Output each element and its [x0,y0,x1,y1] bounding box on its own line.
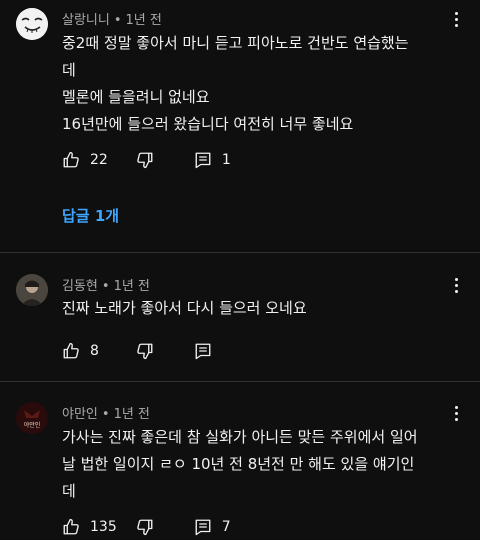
comment-actions: 8 [62,341,212,361]
reply-count: 1 [221,152,231,168]
person-photo-icon [16,274,48,306]
more-options-icon[interactable] [448,402,464,424]
reply-button[interactable]: 7 [194,518,231,536]
like-count: 22 [90,152,108,168]
dislike-button[interactable] [136,151,154,169]
like-button[interactable]: 8 [62,342,99,360]
separator: • [113,13,122,28]
like-button[interactable]: 135 [62,518,117,536]
comment-actions: 22 1 [62,150,231,170]
smiley-face-icon [16,8,48,40]
avatar[interactable]: 야만인 [16,402,48,434]
comment-icon [195,152,211,169]
avatar[interactable] [16,274,48,306]
more-options-icon[interactable] [448,274,464,296]
comment-time: 1년 전 [113,279,150,294]
thumbs-up-icon [63,342,79,359]
like-count: 8 [90,343,99,359]
author-name[interactable]: 야만인 [62,407,98,422]
dislike-button[interactable] [136,518,154,536]
comment-text: 중2때 정말 좋아서 마니 듣고 피아노로 건반도 연습했는 데 멜론에 들을려… [62,34,409,133]
thumbs-down-icon [137,343,153,360]
reply-count: 7 [221,519,231,535]
comment-meta: 야만인 • 1년 전 [62,403,150,422]
thumbs-down-icon [137,152,153,169]
comment-text: 진짜 노래가 좋아서 다시 들으러 오네요 [62,299,307,317]
comment-text: 가사는 진짜 좋은데 참 실화가 아니든 맞든 주위에서 일어 날 법한 일이지… [62,428,418,500]
comment-actions: 135 7 [62,517,231,537]
thumbs-up-icon [63,151,79,168]
divider [0,252,480,253]
comment-time: 1년 전 [113,407,150,422]
separator: • [101,279,110,294]
author-name[interactable]: 살랑니니 [62,13,110,28]
reply-button[interactable]: 1 [194,151,231,169]
comment-time: 1년 전 [125,13,162,28]
avatar[interactable] [16,8,48,40]
author-name[interactable]: 김동현 [62,279,98,294]
comment-icon [195,343,211,360]
thumbs-down-icon [136,519,153,536]
divider [0,381,480,382]
avatar-label: 야만인 [24,421,41,429]
dark-logo-icon: 야만인 [16,402,48,434]
comment-icon [195,519,211,536]
dislike-button[interactable] [136,342,154,360]
comment-meta: 김동현 • 1년 전 [62,275,150,294]
like-count: 135 [90,519,117,535]
reply-button[interactable] [194,342,212,360]
thumbs-up-icon [63,518,79,535]
more-options-icon[interactable] [448,8,464,30]
comment-meta: 살랑니니 • 1년 전 [62,9,162,28]
like-button[interactable]: 22 [62,151,108,169]
separator: • [101,407,110,422]
view-replies-button[interactable]: 답글 1개 [62,205,119,226]
